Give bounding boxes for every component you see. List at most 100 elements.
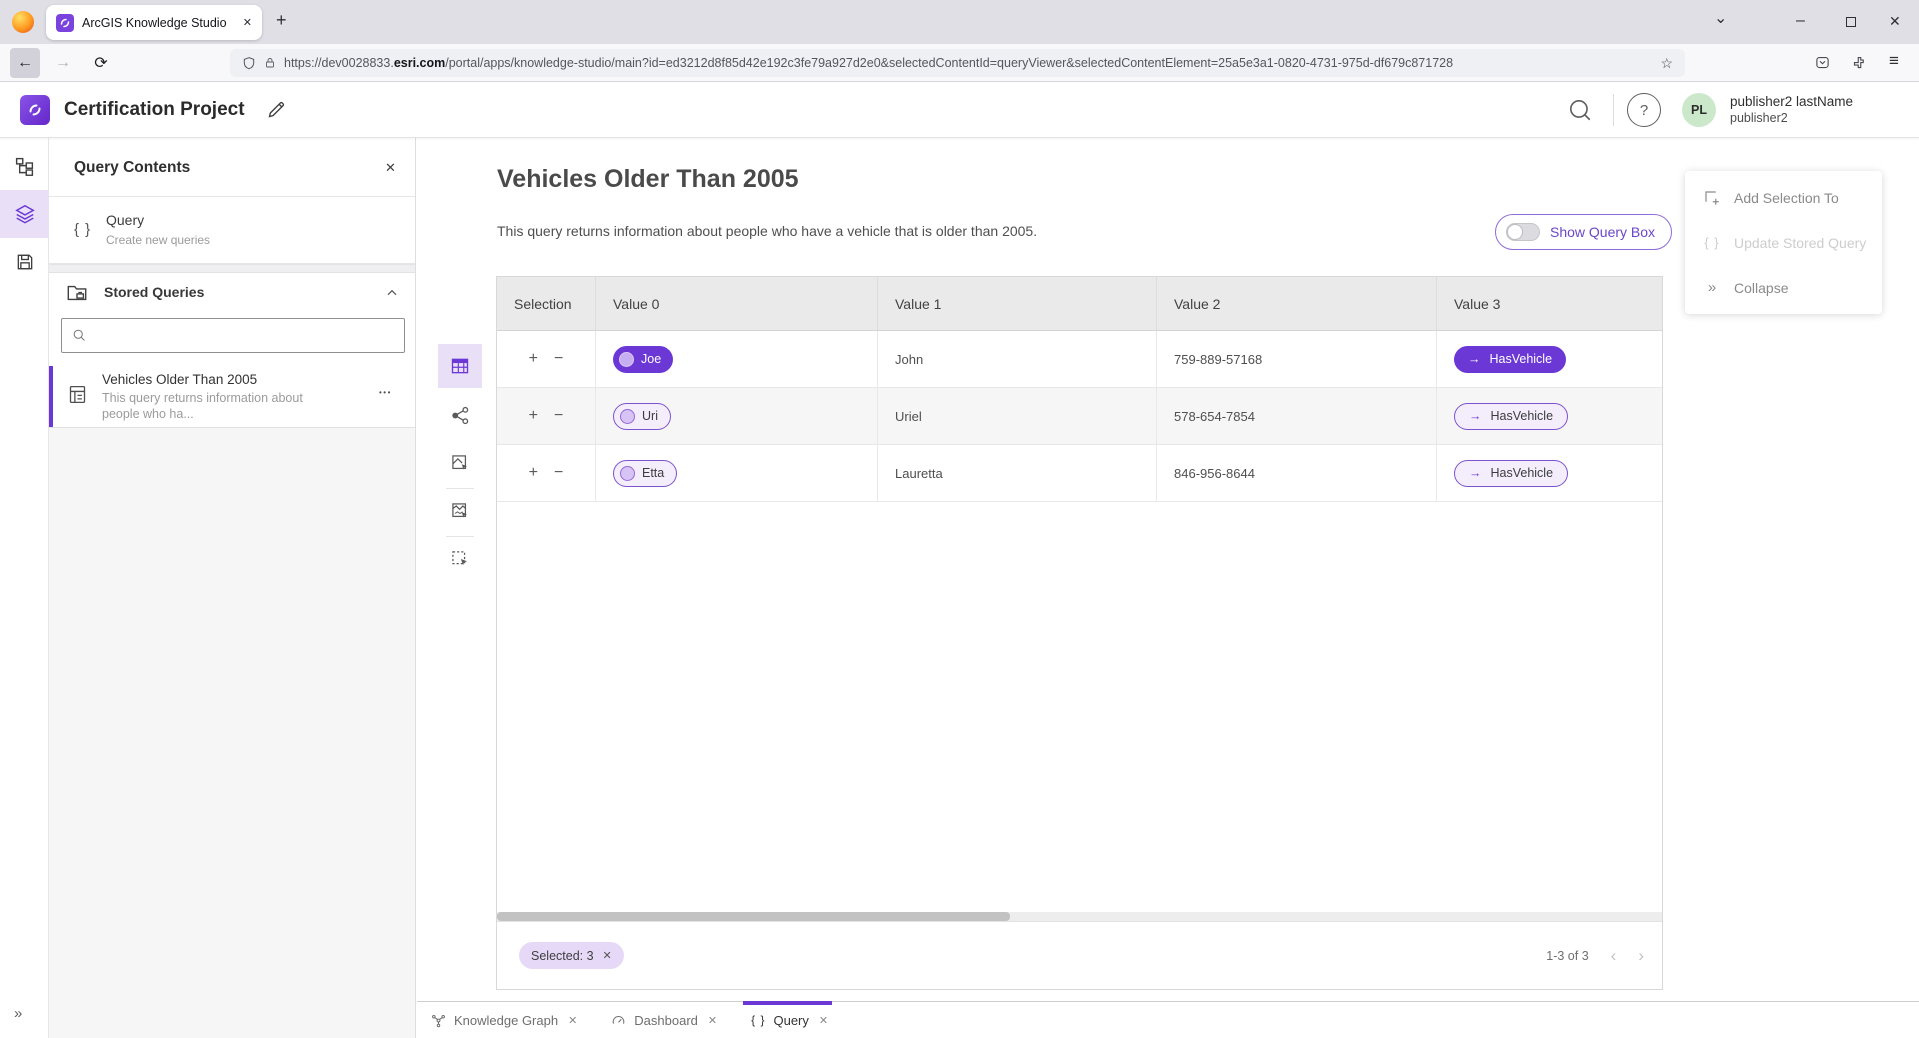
tab-knowledge-graph[interactable]: Knowledge Graph ✕ [431,1002,577,1038]
save-icon[interactable] [0,238,49,286]
edit-title-icon[interactable] [266,99,287,120]
scrollbar-thumb[interactable] [497,912,1010,921]
header-divider [1613,94,1614,126]
user-username: publisher2 [1730,111,1788,126]
table-empty-area [497,502,1662,912]
help-icon[interactable]: ? [1627,93,1661,127]
tab-close-icon[interactable]: ✕ [243,16,252,29]
list-tabs-icon[interactable]: ⌄ [1714,8,1727,28]
stored-queries-header[interactable]: Stored Queries [49,273,415,313]
add-to-selection-icon[interactable]: + [529,465,538,481]
relationship-chip[interactable]: →HasVehicle [1454,403,1568,430]
expand-panel-icon[interactable]: » [14,1005,22,1022]
extensions-icon[interactable] [1852,55,1867,70]
column-header: Selection [497,277,596,330]
entity-dot-icon [620,466,635,481]
row-range-label: 1-3 of 3 [1546,949,1588,963]
remove-from-selection-icon[interactable]: − [554,465,563,481]
save-to-pocket-icon[interactable] [1815,55,1830,70]
table-row: + − Etta Lauretta 846-956-8644 →HasVehic… [497,445,1662,502]
table-row: + − Joe John 759-889-57168 →HasVehicle [497,331,1662,388]
braces-icon: { } [74,221,91,238]
reload-icon[interactable]: ⟳ [86,48,116,78]
left-rail [0,138,49,1038]
stored-queries-search[interactable] [61,318,405,353]
entity-chip[interactable]: Joe [613,346,673,373]
map-view-icon[interactable] [438,441,482,485]
lock-icon[interactable] [264,56,276,70]
search-magnifier-icon [72,328,87,343]
next-page-icon[interactable]: › [1638,947,1644,964]
tab-title: ArcGIS Knowledge Studio [82,16,235,30]
query-item-title: Query [106,212,144,228]
cell-value: 578-654-7854 [1157,388,1437,444]
stored-query-desc-2: people who ha... [102,406,194,422]
tab-close-icon[interactable]: ✕ [708,1014,717,1027]
firefox-icon[interactable] [12,11,34,33]
horizontal-scrollbar[interactable] [497,912,1662,921]
link-chart-icon[interactable] [438,393,482,437]
browser-tab[interactable]: ArcGIS Knowledge Studio ✕ [46,5,262,40]
panel-close-icon[interactable]: ✕ [385,160,396,176]
remove-from-selection-icon[interactable]: − [554,408,563,424]
column-header: Value 1 [878,277,1157,330]
layers-icon[interactable] [0,190,49,238]
stored-query-item[interactable]: Vehicles Older Than 2005 This query retu… [49,366,415,428]
query-item[interactable]: { } Query Create new queries [49,197,415,264]
query-item-subtitle: Create new queries [106,233,210,247]
back-icon[interactable]: ← [10,48,40,78]
tab-query[interactable]: { } Query ✕ [751,1002,828,1038]
column-header: Value 2 [1157,277,1437,330]
chevron-up-icon[interactable] [385,286,399,300]
table-footer: Selected: 3 ✕ 1-3 of 3 ‹ › [497,921,1662,989]
menu-item-add-selection-to[interactable]: Add Selection To [1685,175,1882,220]
toggle-switch[interactable] [1506,223,1540,241]
entity-chip[interactable]: Etta [613,460,677,487]
show-query-box-toggle[interactable]: Show Query Box [1495,214,1672,250]
menu-item-update-stored-query: { } Update Stored Query [1685,220,1882,265]
remove-from-selection-icon[interactable]: − [554,351,563,367]
tab-dashboard[interactable]: Dashboard ✕ [611,1002,717,1038]
arrow-right-icon: → [1468,352,1481,366]
add-to-selection-icon[interactable]: + [529,408,538,424]
data-model-icon[interactable] [0,142,49,190]
user-avatar[interactable]: PL [1682,93,1716,127]
search-icon[interactable] [1563,93,1597,127]
selected-count-label: Selected: 3 [531,949,594,963]
table-view-icon[interactable] [438,344,482,388]
selected-count-chip[interactable]: Selected: 3 ✕ [519,942,624,969]
entity-chip[interactable]: Uri [613,403,671,430]
previous-page-icon[interactable]: ‹ [1611,947,1617,964]
url-bar[interactable]: https://dev0028833.esri.com/portal/apps/… [230,49,1685,77]
window-minimize-icon[interactable]: – [1796,12,1805,30]
tab-close-icon[interactable]: ✕ [568,1014,577,1027]
menu-item-label: Collapse [1734,280,1788,296]
project-title: Certification Project [64,82,245,138]
window-close-icon[interactable]: ✕ [1889,13,1901,30]
cell-value: 846-956-8644 [1157,445,1437,501]
clear-selection-icon[interactable]: ✕ [603,949,612,962]
relationship-chip[interactable]: →HasVehicle [1454,460,1568,487]
stored-query-desc-1: This query returns information about [102,390,303,406]
item-options-icon[interactable]: ••• [379,388,392,397]
bookmark-star-icon[interactable]: ☆ [1660,55,1673,72]
stored-queries-title: Stored Queries [104,284,204,300]
panel-header: Query Contents ✕ [49,138,415,197]
stored-queries-search-input[interactable] [95,319,404,352]
selection-tool-icon[interactable] [438,537,482,581]
arcgis-favicon [56,14,74,32]
menu-item-collapse[interactable]: » Collapse [1685,265,1882,310]
selection-context-menu: Add Selection To { } Update Stored Query… [1685,171,1882,314]
menu-hamburger-icon[interactable]: ≡ [1889,51,1899,71]
window-maximize-icon[interactable] [1846,17,1856,27]
entity-dot-icon [619,352,634,367]
forward-icon[interactable]: → [48,48,78,78]
collapse-icon: » [1703,279,1721,296]
add-to-selection-icon[interactable]: + [529,351,538,367]
add-to-map-icon[interactable] [438,489,482,533]
new-tab-button[interactable]: + [276,10,287,31]
active-tab-indicator [743,1001,832,1005]
tab-close-icon[interactable]: ✕ [819,1014,828,1027]
relationship-chip[interactable]: →HasVehicle [1454,346,1566,373]
tracking-shield-icon[interactable] [242,56,256,71]
